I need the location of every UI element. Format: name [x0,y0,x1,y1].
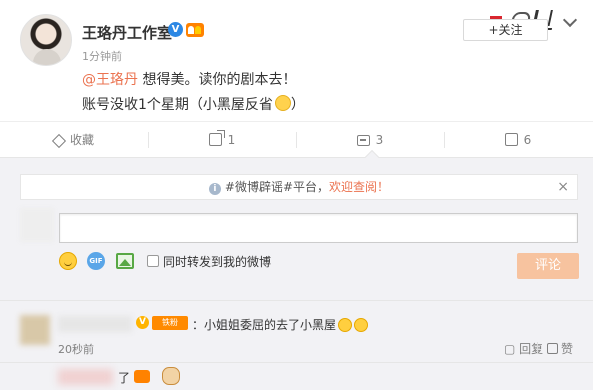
star-icon [51,133,67,149]
follow-button[interactable]: +关注 [463,19,548,41]
comment-input[interactable] [59,213,578,243]
comment-text: ：小姐姐委屈的去了小黑屋 [192,316,369,333]
collect-button[interactable]: 收藏 [0,122,148,158]
gif-icon[interactable]: GIF [87,252,105,270]
my-avatar [20,208,54,242]
post-line-2-text: 账号没收1个星期（小黑屋反省 [82,97,273,113]
collect-label: 收藏 [69,133,94,147]
weibo-post-card: 王珞丹工作室 V 1分钟前 @王珞丹 想得美。读你的剧本去！ 账号没收1个星期（… [0,0,593,158]
notice-link[interactable]: 欢迎查阅！ [329,180,389,194]
comment-like-button[interactable]: 赞 [547,340,573,357]
shy-emoji-icon [274,95,291,111]
like-button[interactable]: 6 [444,122,592,158]
like-count: 6 [523,133,532,147]
verified-icon: V [168,22,183,37]
forward-checkbox[interactable] [147,255,159,267]
author-name[interactable]: 王珞丹工作室 [82,22,172,43]
comment-count: 3 [375,133,384,147]
post-line-1-text: 想得美。读你的剧本去！ [138,72,297,88]
close-icon[interactable]: × [557,175,569,199]
hug-emoji-icon [354,318,369,332]
comment-item: 了 [0,362,593,390]
cat-emoji-icon [162,367,180,385]
comment-time: 20秒前 [58,343,94,356]
notice-prefix: #微博辟谣#平台， [224,180,330,194]
comment-like-label: 赞 [561,342,574,356]
chevron-down-icon[interactable] [562,12,578,28]
comment-icon [356,135,370,146]
forward-icon [208,130,225,146]
member-badge-icon[interactable] [134,370,150,383]
verified-icon: V [136,316,149,329]
forward-count: 1 [227,133,236,147]
commenter-name-blurred[interactable] [58,316,132,332]
post-line-1: @王珞丹 想得美。读你的剧本去！ [82,68,482,93]
post-line-2-close: ） [290,97,305,113]
emoji-icon[interactable] [59,252,77,270]
comment-body: ：小姐姐委屈的去了小黑屋 [192,318,337,332]
hug-emoji-icon [338,318,353,332]
post-text: @王珞丹 想得美。读你的剧本去！ 账号没收1个星期（小黑屋反省 ） [82,68,482,118]
fan-badge[interactable]: 铁粉 [152,316,188,330]
rumor-notice-bar[interactable]: i #微博辟谣#平台，欢迎查阅！ × [20,174,578,200]
commenter-name-blurred[interactable] [58,369,113,385]
composer-toolbar: GIF 同时转发到我的微博 [59,252,359,274]
post-time[interactable]: 1分钟前 [82,48,122,64]
action-bar: 收藏 1 3 6 [0,121,593,157]
thumbs-up-icon [547,343,558,354]
commenter-avatar[interactable] [20,315,50,345]
info-icon: i [208,183,221,195]
mention-link[interactable]: @王珞丹 [82,72,138,88]
post-line-2: 账号没收1个星期（小黑屋反省 ） [82,93,482,118]
image-icon[interactable] [116,253,134,269]
submit-comment-button[interactable]: 评论 [517,253,579,279]
member-badge-icon[interactable] [186,23,204,37]
author-avatar[interactable] [20,14,72,66]
forward-checkbox-label[interactable]: 同时转发到我的微博 [163,253,271,270]
comment-text: 了 [118,371,131,385]
comment-item: V 铁粉 ：小姐姐委屈的去了小黑屋 20秒前 ▢ 回复 赞 [0,300,593,360]
reply-icon: ▢ [504,342,520,356]
reply-label: 回复 [519,342,544,356]
comment-panel: i #微博辟谣#平台，欢迎查阅！ × GIF 同时转发到我的微博 评论 [0,158,593,288]
forward-button[interactable]: 1 [148,122,296,158]
thumbs-up-icon [504,133,518,146]
divider [537,342,538,354]
